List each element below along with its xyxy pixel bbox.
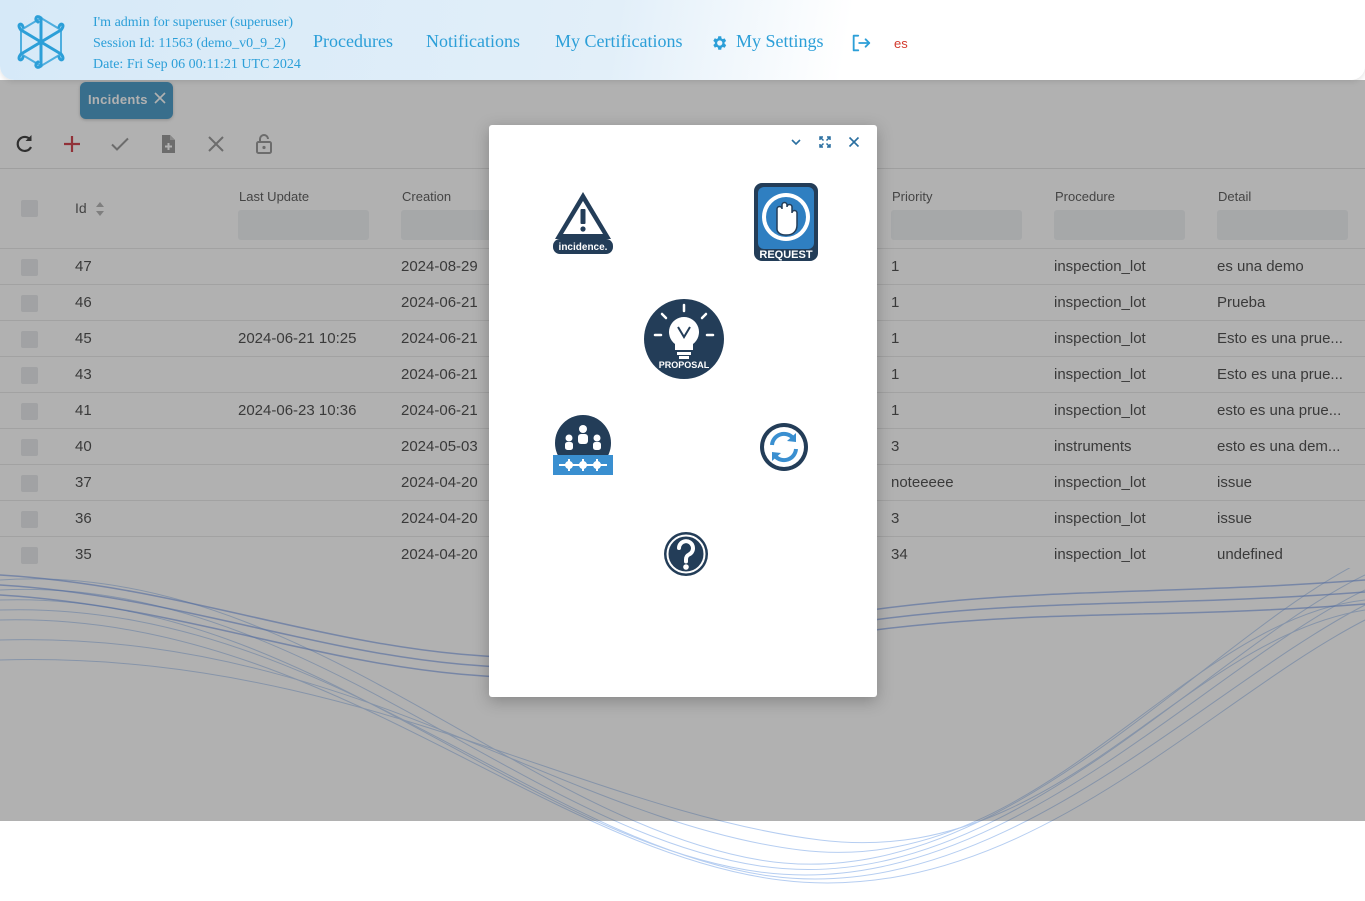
team-option-icon[interactable] <box>551 415 615 477</box>
app-logo-icon <box>17 15 65 69</box>
incident-type-dialog: incidence. REQUEST PROPOSAL <box>489 125 877 697</box>
proposal-option-icon[interactable]: PROPOSAL <box>642 297 726 381</box>
question-option-icon[interactable] <box>662 530 710 578</box>
gear-icon[interactable] <box>710 34 728 52</box>
user-line: I'm admin for superuser (superuser) <box>93 15 294 30</box>
proposal-option-label: PROPOSAL <box>659 360 710 370</box>
nav-certifications[interactable]: My Certifications <box>555 31 682 52</box>
request-option-label: REQUEST <box>759 249 812 261</box>
user-info: I'm admin for superuser (superuser) Sess… <box>93 12 301 75</box>
incidence-option-label: incidence. <box>559 242 608 253</box>
nav-procedures[interactable]: Procedures <box>313 31 393 52</box>
top-header: I'm admin for superuser (superuser) Sess… <box>0 0 1365 80</box>
language-selector[interactable]: es <box>894 36 908 51</box>
expand-icon[interactable] <box>818 135 832 149</box>
nav-settings[interactable]: My Settings <box>736 31 824 52</box>
date-line: Date: Fri Sep 06 00:11:21 UTC 2024 <box>93 57 301 72</box>
request-option-icon[interactable]: REQUEST <box>752 181 820 263</box>
incidence-option-icon[interactable]: incidence. <box>551 189 615 257</box>
sync-option-icon[interactable] <box>758 421 810 473</box>
nav-notifications[interactable]: Notifications <box>426 31 520 52</box>
logout-icon[interactable] <box>850 32 872 54</box>
session-line: Session Id: 11563 (demo_v0_9_2) <box>93 36 286 51</box>
close-icon[interactable] <box>847 135 861 149</box>
collapse-icon[interactable] <box>789 135 803 149</box>
